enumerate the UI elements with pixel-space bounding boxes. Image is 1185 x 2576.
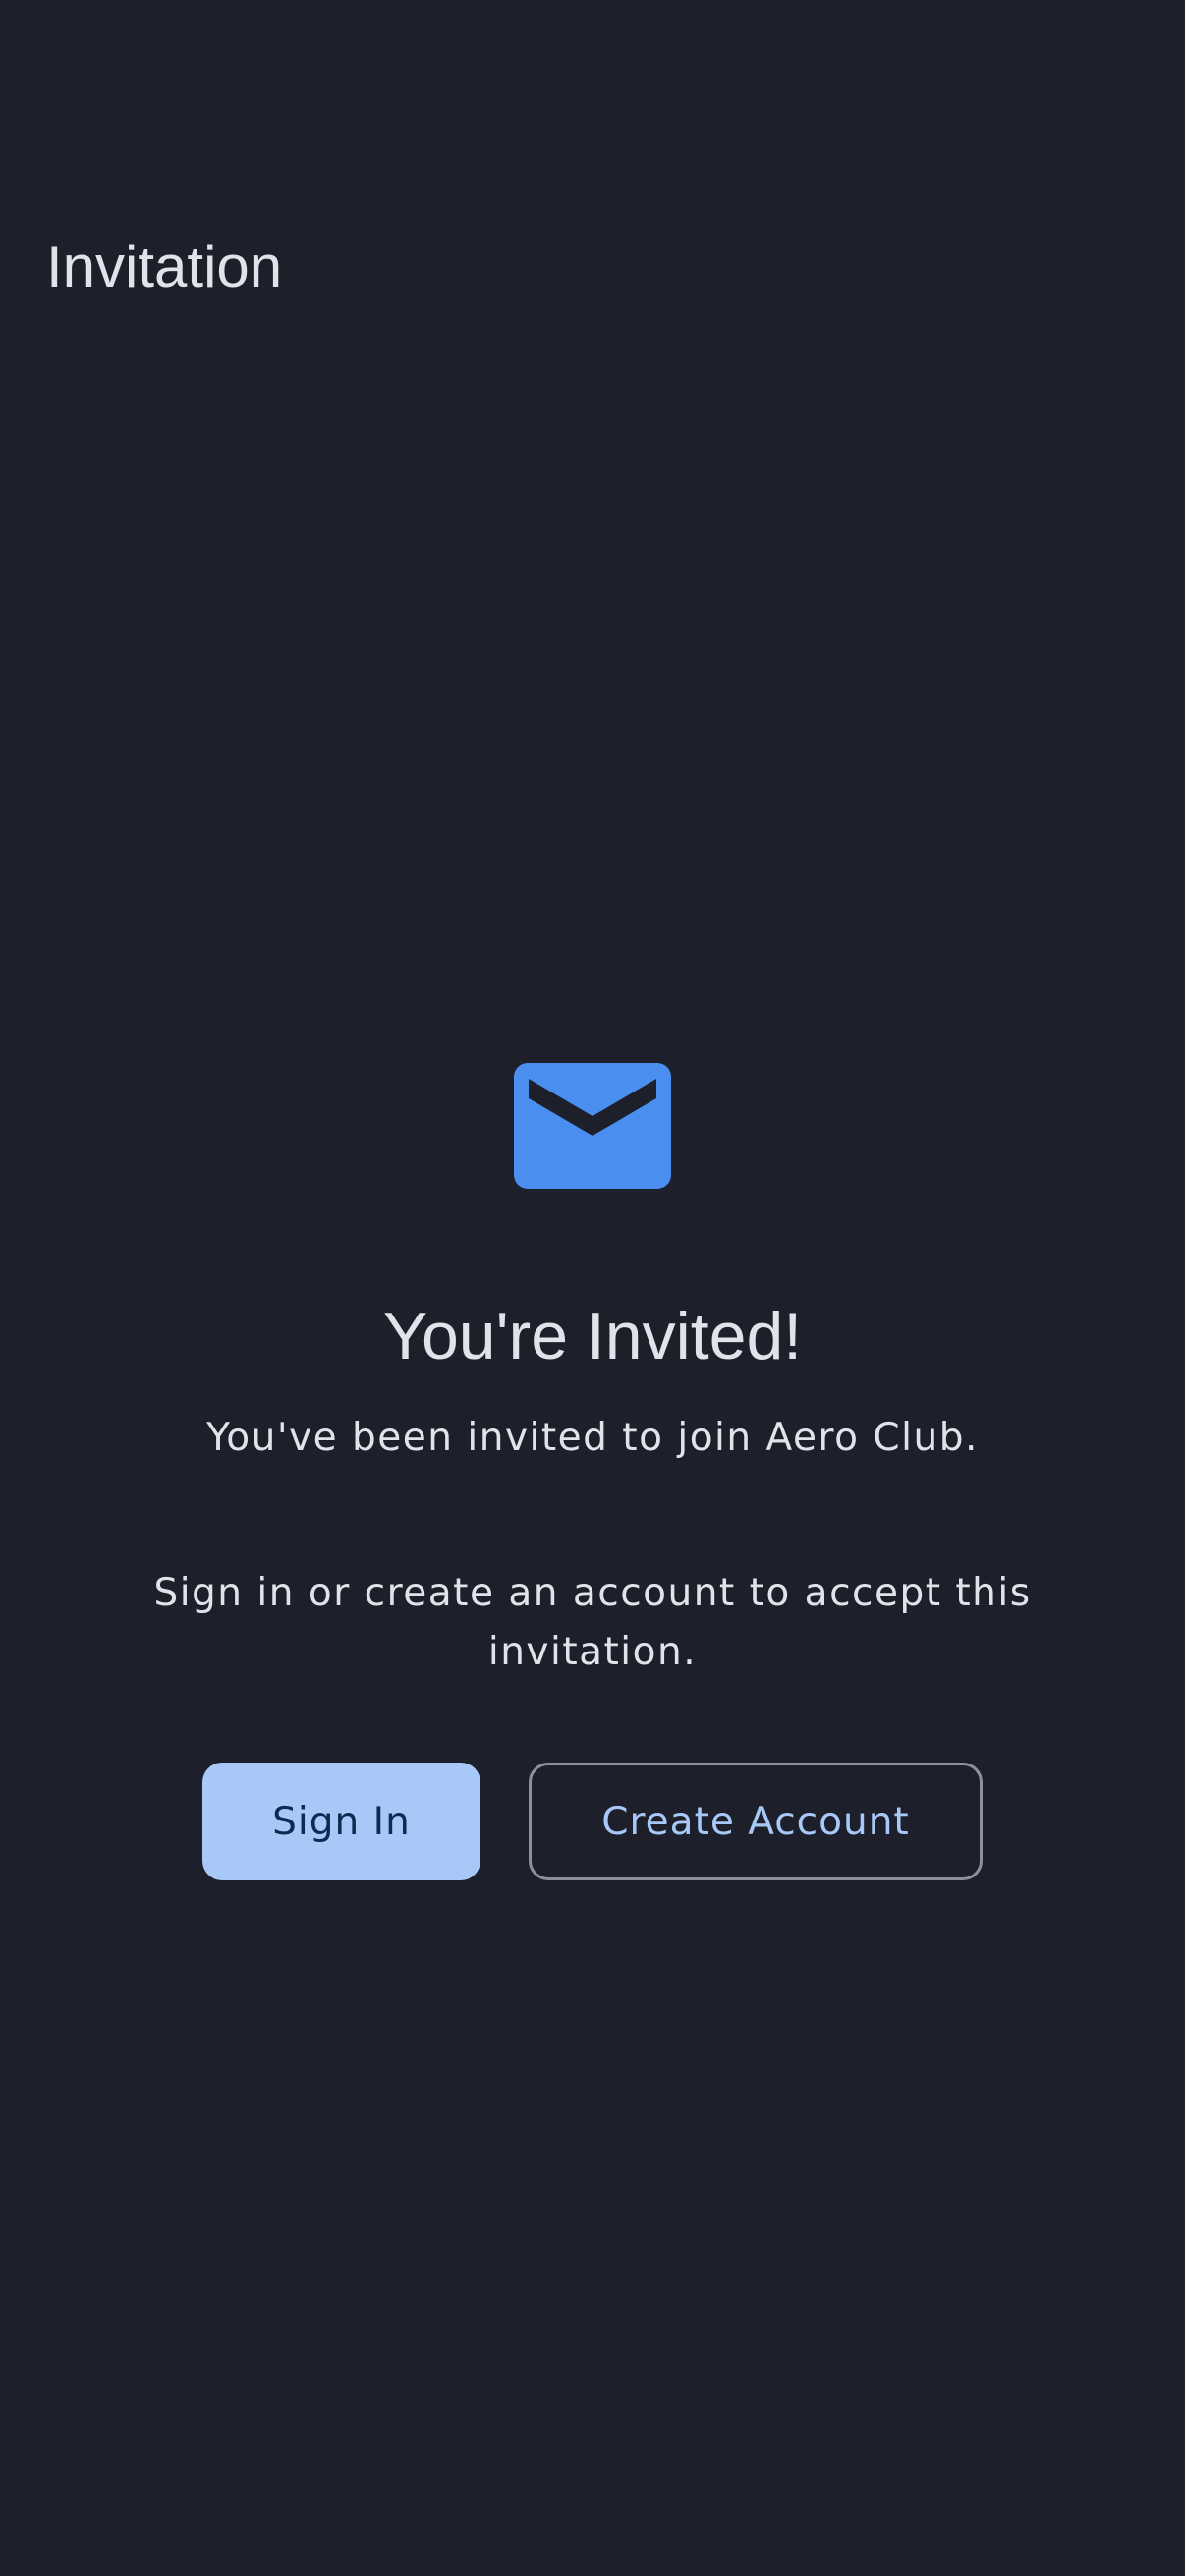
invite-subtitle: You've been invited to join Aero Club. bbox=[206, 1416, 979, 1460]
create-account-label: Create Account bbox=[601, 1799, 910, 1844]
invite-instruction: Sign in or create an account to accept t… bbox=[153, 1571, 1032, 1674]
sign-in-button[interactable]: Sign In bbox=[202, 1763, 480, 1880]
sign-in-label: Sign In bbox=[272, 1799, 411, 1844]
invite-headline: You're Invited! bbox=[382, 1299, 803, 1373]
mail-icon bbox=[514, 1063, 671, 1189]
create-account-button[interactable]: Create Account bbox=[529, 1763, 983, 1880]
invitation-content: You're Invited! You've been invited to j… bbox=[0, 0, 1185, 2576]
